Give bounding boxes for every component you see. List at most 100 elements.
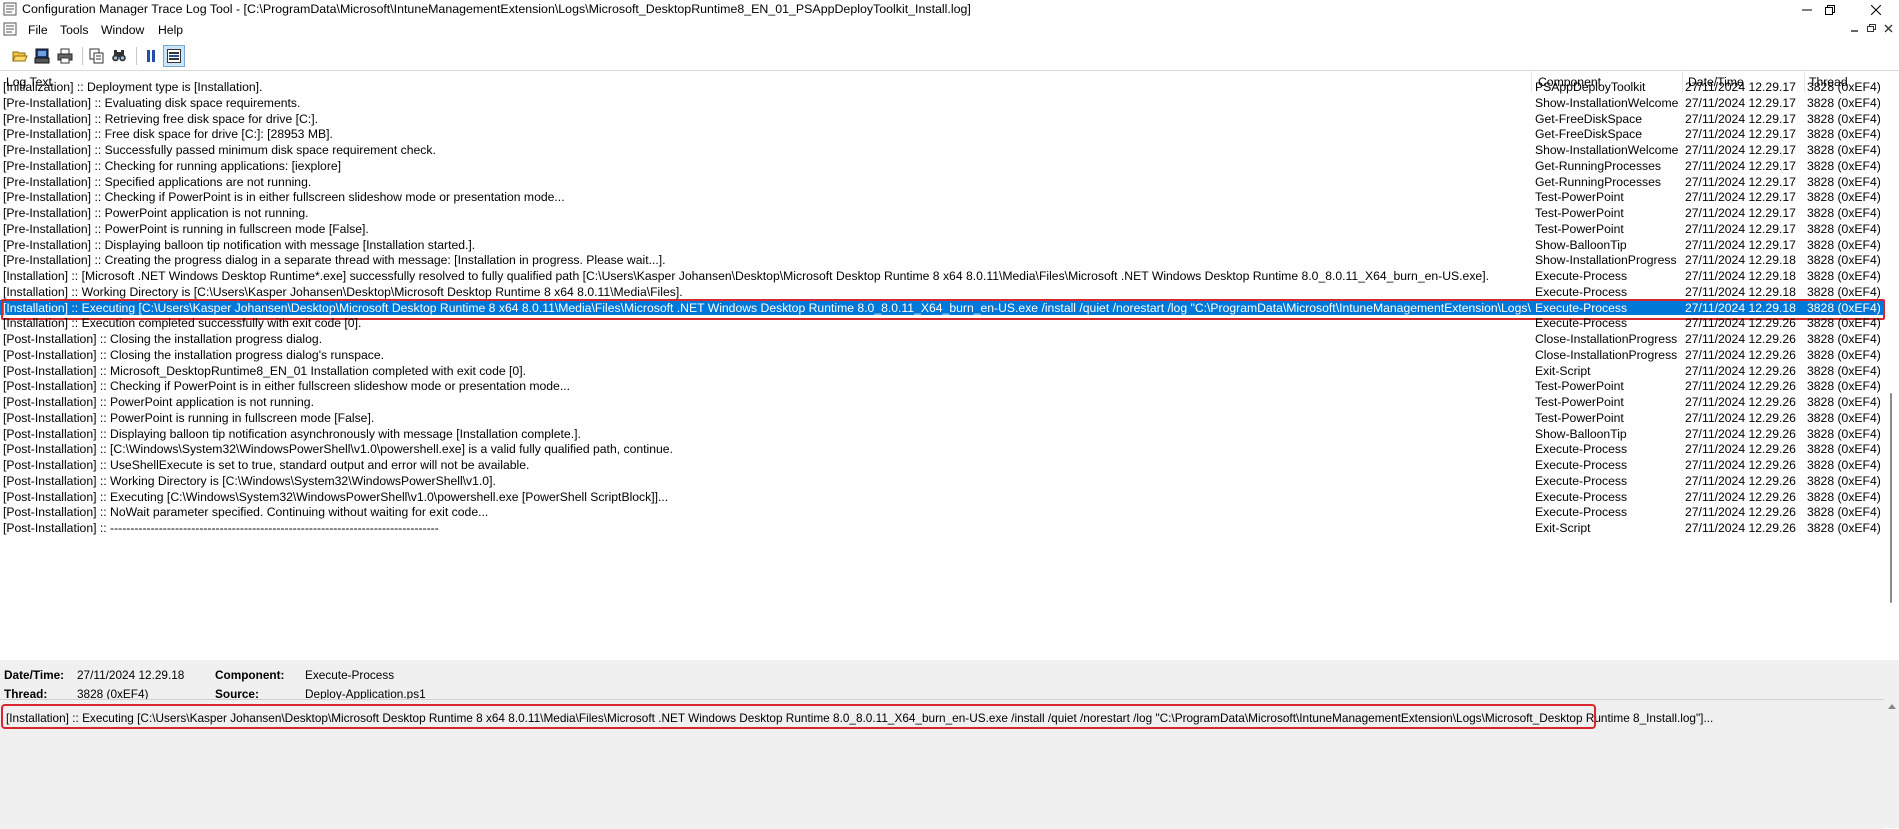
- datetime-cell: 27/11/2024 12.29.17: [1685, 111, 1796, 126]
- log-row[interactable]: [Installation] :: Execution completed su…: [0, 315, 1884, 331]
- child-minimize-icon[interactable]: [1848, 22, 1862, 35]
- find-button[interactable]: [109, 46, 129, 66]
- log-row-selected[interactable]: [Installation] :: Executing [C:\Users\Ka…: [0, 299, 1884, 316]
- thread-cell: 3828 (0xEF4): [1807, 395, 1881, 409]
- scrollbar-thumb[interactable]: [1890, 393, 1892, 603]
- datetime-cell: 27/11/2024 12.29.17: [1685, 221, 1796, 236]
- log-row[interactable]: [Post-Installation] :: Checking if Power…: [0, 378, 1884, 394]
- log-text-cell: [Pre-Installation] :: Creating the progr…: [3, 253, 666, 268]
- datetime-cell: 27/11/2024 12.29.17: [1685, 127, 1796, 142]
- datetime-cell: 27/11/2024 12.29.26: [1685, 442, 1796, 457]
- log-row[interactable]: [Post-Installation] :: Working Directory…: [0, 473, 1884, 489]
- log-text-cell: [Post-Installation] :: Closing the insta…: [3, 347, 385, 362]
- log-row[interactable]: [Pre-Installation] :: Displaying balloon…: [0, 237, 1884, 253]
- log-row[interactable]: [Pre-Installation] :: PowerPoint applica…: [0, 205, 1884, 221]
- log-row[interactable]: [Post-Installation] :: Microsoft_Desktop…: [0, 363, 1884, 379]
- thread-cell: 3828 (0xEF4): [1807, 505, 1881, 520]
- copy-button[interactable]: [87, 46, 107, 66]
- child-restore-icon[interactable]: [1865, 22, 1879, 35]
- log-row[interactable]: [Pre-Installation] :: Evaluating disk sp…: [0, 95, 1884, 111]
- log-text-cell: [Post-Installation] :: [C:\Windows\Syste…: [3, 442, 673, 457]
- menu-file[interactable]: File: [26, 23, 50, 37]
- thread-cell: 3828 (0xEF4): [1807, 111, 1881, 126]
- thread-cell: 3828 (0xEF4): [1807, 363, 1881, 378]
- log-row[interactable]: [Installation] :: Working Directory is […: [0, 284, 1884, 300]
- datetime-cell: 27/11/2024 12.29.26: [1685, 473, 1796, 488]
- log-text-cell: [Post-Installation] :: Checking if Power…: [3, 379, 570, 394]
- thread-cell: 3828 (0xEF4): [1807, 158, 1881, 173]
- log-text-cell: [Post-Installation] :: UseShellExecute i…: [3, 458, 530, 472]
- log-row[interactable]: [Post-Installation] :: UseShellExecute i…: [0, 457, 1884, 473]
- thread-cell: 3828 (0xEF4): [1807, 253, 1881, 268]
- log-row[interactable]: [Pre-Installation] :: Checking for runni…: [0, 158, 1884, 174]
- log-text-cell: [Installation] :: [Microsoft .NET Window…: [3, 269, 1489, 283]
- message-text-box[interactable]: [Installation] :: Executing [C:\Users\Ka…: [0, 699, 1884, 829]
- thread-cell: 3828 (0xEF4): [1807, 174, 1881, 189]
- maximize-button[interactable]: [1807, 0, 1853, 19]
- datetime-cell: 27/11/2024 12.29.17: [1685, 95, 1796, 110]
- datetime-cell: 27/11/2024 12.29.26: [1685, 489, 1796, 504]
- pause-button[interactable]: [141, 46, 161, 66]
- thread-cell: 3828 (0xEF4): [1807, 489, 1881, 504]
- child-close-icon[interactable]: [1882, 22, 1896, 35]
- message-text: [Installation] :: Executing [C:\Users\Ka…: [6, 711, 1714, 725]
- log-row[interactable]: [Post-Installation] :: NoWait parameter …: [0, 504, 1884, 520]
- datetime-cell: 27/11/2024 12.29.26: [1685, 458, 1796, 472]
- log-row[interactable]: [Initialization] :: Deployment type is […: [0, 79, 1884, 95]
- log-row[interactable]: [Pre-Installation] :: Specified applicat…: [0, 174, 1884, 190]
- log-row[interactable]: [Post-Installation] :: Closing the insta…: [0, 331, 1884, 347]
- log-row[interactable]: [Post-Installation] :: Executing [C:\Win…: [0, 489, 1884, 505]
- log-row[interactable]: [Pre-Installation] :: Creating the progr…: [0, 252, 1884, 268]
- thread-cell: 3828 (0xEF4): [1807, 347, 1881, 362]
- component-cell: Get-RunningProcesses: [1535, 174, 1661, 189]
- log-row[interactable]: [Pre-Installation] :: Retrieving free di…: [0, 111, 1884, 127]
- log-text-cell: [Pre-Installation] :: Successfully passe…: [3, 143, 436, 157]
- log-row[interactable]: [Installation] :: [Microsoft .NET Window…: [0, 268, 1884, 284]
- log-text-cell: [Pre-Installation] :: Evaluating disk sp…: [3, 95, 301, 110]
- log-row[interactable]: [Post-Installation] :: PowerPoint applic…: [0, 394, 1884, 410]
- log-row[interactable]: [Post-Installation] :: -----------------…: [0, 520, 1884, 536]
- highlight-icon: [167, 49, 181, 63]
- log-text-cell: [Installation] :: Working Directory is […: [3, 284, 683, 299]
- log-row[interactable]: [Pre-Installation] :: Successfully passe…: [0, 142, 1884, 158]
- message-scrollbar[interactable]: [1885, 699, 1899, 828]
- datetime-cell: 27/11/2024 12.29.26: [1685, 395, 1796, 409]
- print-button[interactable]: [55, 46, 75, 66]
- log-row[interactable]: [Pre-Installation] :: Free disk space fo…: [0, 126, 1884, 142]
- thread-cell: 3828 (0xEF4): [1807, 410, 1881, 425]
- log-text-cell: [Initialization] :: Deployment type is […: [3, 80, 263, 94]
- component-cell: Show-InstallationWelcome: [1535, 95, 1679, 110]
- scroll-up-icon[interactable]: [1885, 702, 1899, 712]
- log-row[interactable]: [Post-Installation] :: PowerPoint is run…: [0, 410, 1884, 426]
- log-text-cell: [Post-Installation] :: Closing the insta…: [3, 332, 323, 346]
- log-row[interactable]: [Post-Installation] :: Displaying balloo…: [0, 426, 1884, 442]
- component-cell: Close-InstallationProgress: [1535, 347, 1678, 362]
- thread-cell: 3828 (0xEF4): [1807, 237, 1881, 252]
- toolbar-separator: [82, 47, 83, 65]
- component-cell: Execute-Process: [1535, 505, 1628, 520]
- menu-help[interactable]: Help: [156, 23, 185, 37]
- datetime-cell: 27/11/2024 12.29.26: [1685, 410, 1796, 425]
- menu-window[interactable]: Window: [99, 23, 146, 37]
- component-cell: Get-FreeDiskSpace: [1535, 111, 1643, 126]
- document-window-icon[interactable]: [3, 22, 17, 36]
- log-list[interactable]: Log Text Component Date/Time Thread [Ini…: [0, 71, 1899, 660]
- menu-tools[interactable]: Tools: [58, 23, 90, 37]
- component-cell: PSAppDeployToolkit: [1535, 80, 1646, 94]
- log-text-cell: [Pre-Installation] :: Free disk space fo…: [3, 127, 333, 142]
- log-row[interactable]: [Pre-Installation] :: Checking if PowerP…: [0, 189, 1884, 205]
- menu-bar: File Tools Window Help: [0, 20, 1899, 39]
- thread-cell: 3828 (0xEF4): [1807, 300, 1881, 315]
- log-row[interactable]: [Post-Installation] :: Closing the insta…: [0, 347, 1884, 363]
- log-row[interactable]: [Post-Installation] :: [C:\Windows\Syste…: [0, 441, 1884, 457]
- print-preview-button[interactable]: [32, 46, 52, 66]
- highlight-button[interactable]: [163, 45, 185, 67]
- log-text-cell: [Pre-Installation] :: Retrieving free di…: [3, 111, 318, 126]
- close-button[interactable]: [1853, 0, 1899, 19]
- log-text-cell: [Installation] :: Executing [C:\Users\Ka…: [3, 300, 1531, 315]
- thread-cell: 3828 (0xEF4): [1807, 426, 1881, 441]
- log-vertical-scrollbar[interactable]: [1885, 71, 1899, 660]
- open-button[interactable]: [10, 46, 30, 66]
- log-row[interactable]: [Pre-Installation] :: PowerPoint is runn…: [0, 221, 1884, 237]
- component-value: Execute-Process: [305, 668, 395, 682]
